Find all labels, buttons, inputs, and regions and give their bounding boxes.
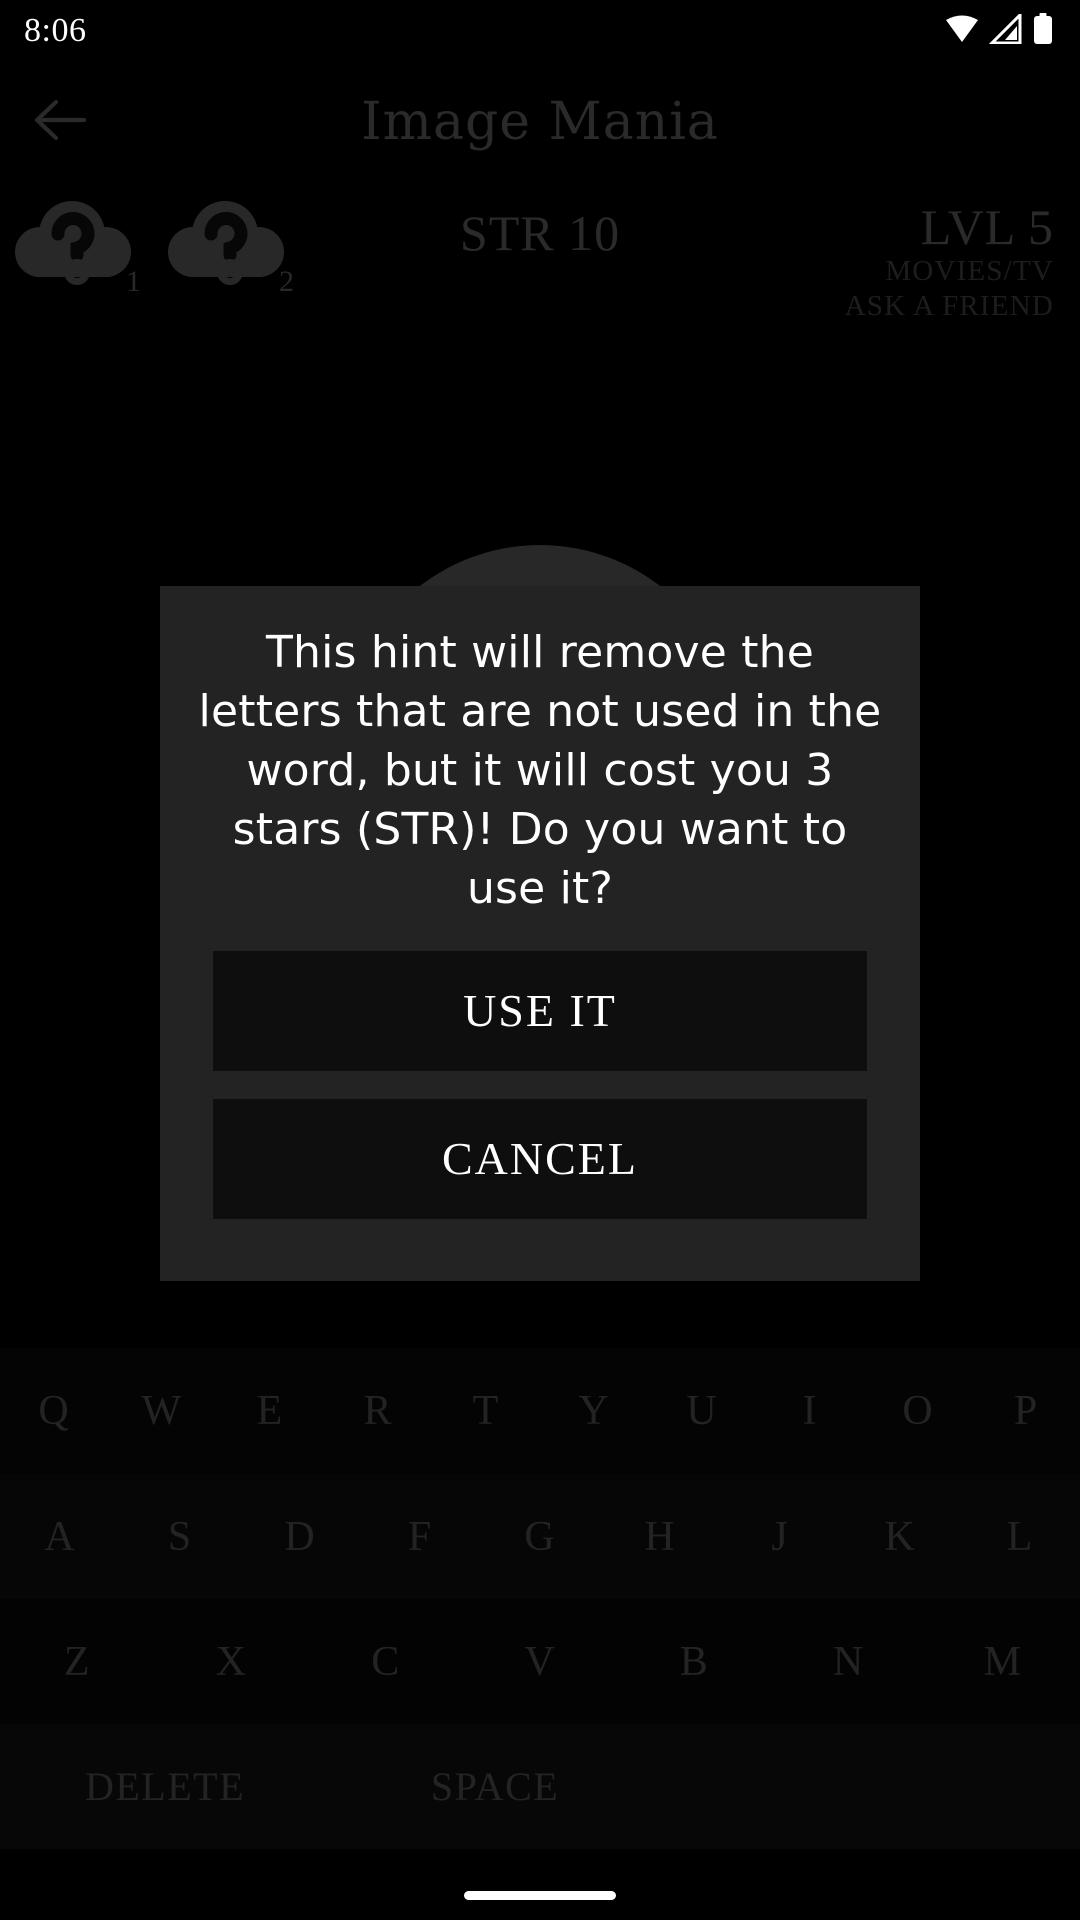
status-clock: 8:06: [24, 12, 87, 49]
cellular-signal-icon: [988, 10, 1023, 49]
status-icons: [944, 10, 1054, 50]
status-bar: 8:06: [0, 0, 1080, 62]
hint-confirmation-dialog: This hint will remove the letters that a…: [160, 586, 920, 1281]
dialog-actions: USE IT CANCEL: [190, 941, 890, 1247]
home-indicator[interactable]: [464, 1891, 616, 1900]
battery-icon: [1032, 12, 1054, 50]
use-it-button[interactable]: USE IT: [213, 950, 867, 1071]
cancel-button[interactable]: CANCEL: [213, 1098, 867, 1219]
wifi-icon: [944, 14, 980, 49]
dialog-message: This hint will remove the letters that a…: [198, 627, 882, 914]
